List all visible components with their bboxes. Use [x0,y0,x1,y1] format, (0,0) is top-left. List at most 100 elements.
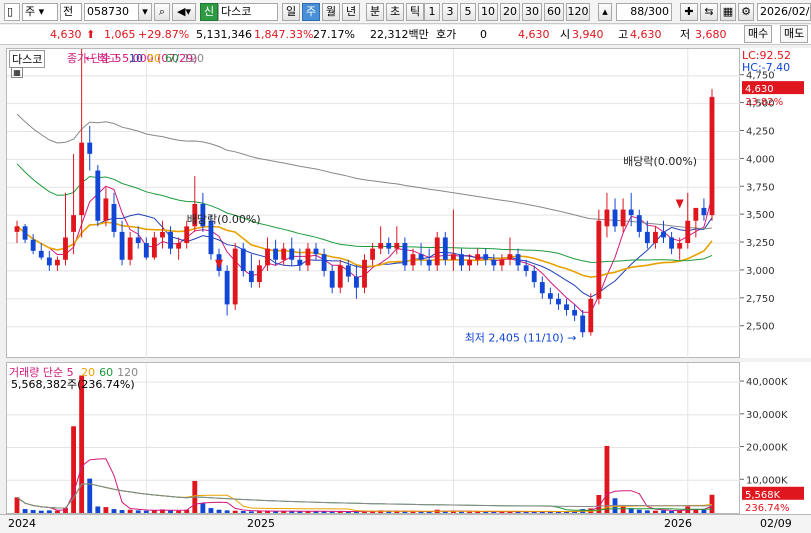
turnover-pct: 27.17% [313,28,355,41]
volume-tick-label: 20,000K [746,443,788,454]
volume-bar [644,510,650,513]
candle-body [273,248,279,260]
interval-button[interactable]: 20 [500,3,520,21]
sell-button[interactable]: 매도 [780,25,809,43]
period-button[interactable]: 월 [322,3,340,21]
period-button[interactable]: 틱 [406,3,424,21]
volume-bar [653,510,658,513]
volume-bar [273,511,279,513]
candle-body [305,248,311,266]
volume-bar [661,510,666,513]
price-tick-label: 4,000 [746,154,775,165]
low-label: 저 [680,28,691,41]
interval-button[interactable]: 120 [566,3,590,21]
candle-body [653,231,658,244]
price-tick-label: 2,500 [746,322,775,333]
data-count-field[interactable]: 88/300 [616,3,672,21]
layout-icon[interactable]: ▦ [720,3,736,21]
period-button[interactable]: 일 [282,3,300,21]
volume-value-text: 5,568,382주(236.74%) [11,378,135,391]
volume-bar [22,509,28,513]
candle-body [636,215,642,232]
settings-grid-icon[interactable]: ▦ [11,67,23,78]
volume-axis: 40,000K 30,000K 20,000K 10,000K 5,568K 236.74… [740,362,811,514]
candle-body [362,259,367,288]
volume-bar [54,510,60,513]
speaker-icon[interactable]: ◀▾ [172,3,196,21]
candle-body [313,248,319,255]
volume-bar [135,510,141,513]
candle-body [265,248,270,266]
candle-body [127,237,133,260]
candle-body [556,298,561,305]
volume-value: 5,131,346 [196,28,252,41]
cross-icon[interactable]: ✚ [680,3,698,21]
period-button[interactable]: 년 [342,3,360,21]
dividend-note: 배당락(0.00%) [623,155,697,168]
date-label: 2024 [8,517,36,530]
candle-body [644,231,650,244]
hc-value: HC:-7.40 [742,61,791,74]
open-price: 3,940 [572,28,604,41]
interval-button[interactable]: 60 [544,3,564,21]
candle-body [499,259,505,266]
candle-body [281,248,287,260]
volume-panel[interactable]: 거래량 단순 5 20 60 120 5,568,382주(236.74%) [6,362,741,515]
period-button[interactable]: 주 [302,3,320,21]
scroll-up-button[interactable]: ▴ [598,3,612,21]
chevron-down-icon: ▾ [38,5,45,18]
interval-button[interactable]: 5 [460,3,476,21]
volume-bar [46,510,52,513]
candle-body [434,237,440,266]
candle-body [143,243,149,258]
interval-button[interactable]: 1 [424,3,440,21]
ma-legend-item: 10 [128,52,143,65]
ask-price: 4,630 [518,28,550,41]
high-label: 고 [618,28,629,41]
volume-pct: 1,847.33% [254,28,314,41]
low-price: 3,680 [695,28,727,41]
period-button[interactable]: 초 [386,3,404,21]
volume-bar [63,508,68,513]
search-icon[interactable]: ⌕ [154,3,170,21]
stock-name-field[interactable]: 다스코 [218,3,278,21]
stock-label[interactable]: 다스코 [9,50,46,68]
candle-body [531,270,537,283]
interval-button[interactable]: 10 [478,3,498,21]
volume-bar [38,510,44,513]
price-tick-label: 3,000 [746,266,775,277]
candle-body [353,276,359,288]
buy-button[interactable]: 매수 [744,25,773,43]
volume-bar [127,509,133,513]
gear-icon[interactable]: ⚙ [738,3,754,21]
candle-body [426,259,432,266]
trade-amount: 22,312백만 [370,28,429,41]
volume-bar [30,510,36,513]
volume-bar [119,510,125,513]
volume-bar [208,508,214,513]
candle-body [14,226,20,232]
price-change: 1,065 [104,28,136,41]
market-select[interactable]: 주 ▾ [22,3,58,21]
date-input[interactable]: 2026/02/ [757,3,811,21]
code-dropdown-button[interactable]: ▾ [138,3,152,21]
credit-badge[interactable]: 신 [200,3,218,21]
price-chart[interactable]: ← 최고 5,000 (07/29)최저 2,405 (11/10) →배당락(… [7,49,741,359]
volume-bar [168,510,173,513]
chart-compare-icon[interactable]: ⇆ [700,3,718,21]
date-axis: 2024 2025 2026 02/09 [0,514,811,533]
candle-body [54,259,60,266]
candle-body [612,209,618,227]
price-panel[interactable]: ← 최고 5,000 (07/29) 최저 2,405 (11/10) → 배당락(… [6,48,741,359]
volume-bar [143,510,149,513]
candle-body [475,254,481,260]
candle-body [523,265,529,271]
candle-body [151,237,157,258]
period-button[interactable]: 분 [366,3,384,21]
price-tick-label: 3,750 [746,182,775,193]
interval-button[interactable]: 30 [522,3,542,21]
candle-body [30,239,36,251]
interval-button[interactable]: 3 [442,3,458,21]
prev-select[interactable]: 전 [60,3,82,21]
window-icon[interactable]: ▯ [4,3,20,21]
